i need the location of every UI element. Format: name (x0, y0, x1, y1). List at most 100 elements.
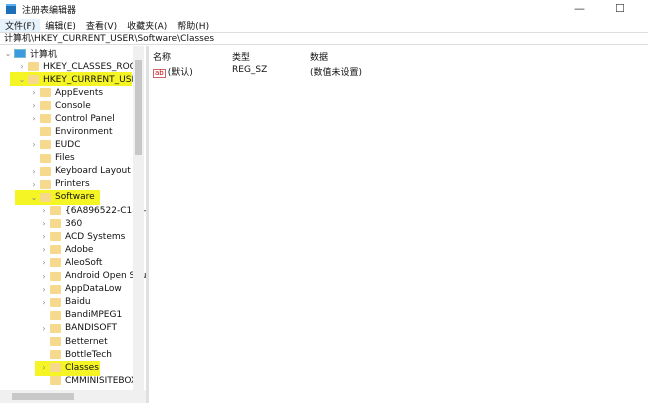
expand-arrow-icon[interactable]: › (18, 62, 26, 71)
folder-icon (40, 127, 51, 137)
tree-item[interactable]: › {6A896522-C181-4 (40, 204, 146, 217)
folder-icon (40, 179, 51, 189)
expand-arrow-icon[interactable]: › (40, 285, 48, 294)
column-header-type[interactable]: 类型 (232, 50, 250, 63)
expand-arrow-icon[interactable]: › (40, 298, 48, 307)
expand-arrow-icon[interactable]: › (40, 272, 48, 281)
tree-item-label: Adobe (65, 244, 94, 255)
folder-icon (50, 376, 61, 386)
window-title: 注册表编辑器 (22, 5, 77, 16)
tree-item[interactable]: › AleoSoft (40, 256, 102, 269)
tree-item[interactable]: › Baidu (40, 296, 91, 309)
tree-item-hkcr[interactable]: › HKEY_CLASSES_ROOT (18, 60, 142, 73)
tree-item[interactable]: Environment (30, 125, 112, 138)
regedit-app-icon (6, 4, 16, 14)
tree-item-label: 360 (65, 218, 83, 229)
folder-icon (50, 271, 61, 281)
tree-item[interactable]: › BANDISOFT (40, 322, 117, 335)
tree-item-label: AleoSoft (65, 257, 103, 268)
folder-icon (50, 245, 61, 255)
expand-arrow-icon[interactable]: ⌄ (18, 75, 26, 84)
expand-arrow-icon[interactable]: › (30, 114, 38, 123)
expand-arrow-icon[interactable]: › (40, 232, 48, 241)
registry-tree: ⌄ 计算机 › HKEY_CLASSES_ROOT ⌄ HKEY_CURRENT_US… (0, 46, 146, 403)
tree-item-label: Baidu (65, 297, 91, 308)
tree-item-hkcu[interactable]: ⌄ HKEY_CURRENT_USER (18, 73, 144, 86)
tree-item[interactable]: › Classes (40, 361, 99, 374)
computer-icon (14, 49, 26, 58)
expand-arrow-icon[interactable]: › (40, 206, 48, 215)
folder-icon (50, 310, 61, 320)
tree-horizontal-scroll-thumb[interactable] (12, 393, 74, 400)
address-bar[interactable]: 计算机\HKEY_CURRENT_USER\Software\Classes (0, 32, 648, 45)
tree-item-label: Betternet (65, 336, 108, 347)
tree-item[interactable]: › Printers (30, 178, 89, 191)
tree-item[interactable]: BottleTech (40, 348, 112, 361)
expand-arrow-icon[interactable]: › (30, 101, 38, 110)
expand-arrow-icon[interactable]: › (30, 88, 38, 97)
tree-item[interactable]: › 360 (40, 217, 82, 230)
tree-item[interactable]: › Android Open Sou (40, 270, 146, 283)
menu-view[interactable]: 查看(V) (81, 19, 122, 32)
tree-item-label: EUDC (55, 139, 81, 150)
tree-item-computer[interactable]: ⌄ 计算机 (4, 47, 57, 60)
folder-icon (50, 363, 61, 373)
tree-item[interactable]: Betternet (40, 335, 108, 348)
folder-icon (40, 114, 51, 124)
expand-arrow-icon[interactable]: › (40, 363, 48, 372)
tree-vertical-scroll-thumb[interactable] (135, 60, 142, 155)
tree-item-label: Environment (55, 126, 113, 137)
tree-item-label: Keyboard Layout (55, 166, 131, 177)
tree-item[interactable]: › Adobe (40, 243, 93, 256)
expand-arrow-icon[interactable]: › (30, 167, 38, 176)
maximize-button[interactable]: ☐ (615, 2, 625, 15)
tree-item-label: Software (55, 192, 95, 203)
folder-icon (40, 166, 51, 176)
tree-item-label: AppDataLow (65, 284, 122, 295)
folder-icon (50, 337, 61, 346)
tree-item[interactable]: BandiMPEG1 (40, 309, 122, 322)
minimize-button[interactable]: — (574, 2, 585, 15)
tree-item[interactable]: CMMINISITEBOX (40, 374, 137, 387)
tree-item-label: Files (55, 153, 75, 163)
column-header-name[interactable]: 名称 (153, 50, 171, 63)
tree-item-label: Console (55, 100, 91, 111)
tree-item-label: AppEvents (55, 87, 104, 98)
menu-help[interactable]: 帮助(H) (172, 19, 214, 32)
title-bar: 注册表编辑器 — ☐ (0, 0, 648, 18)
expand-arrow-icon[interactable]: › (30, 180, 38, 189)
tree-item[interactable]: › EUDC (30, 138, 81, 151)
expand-arrow-icon[interactable]: › (40, 324, 48, 333)
string-value-icon: ab (153, 69, 166, 78)
tree-item[interactable]: › Console (30, 99, 91, 112)
tree-item[interactable]: › AppDataLow (40, 283, 122, 296)
folder-icon (50, 206, 61, 215)
menu-file[interactable]: 文件(F) (0, 18, 41, 32)
column-header-data[interactable]: 数据 (310, 50, 328, 63)
folder-icon (40, 153, 51, 163)
expand-arrow-icon[interactable]: › (40, 219, 48, 228)
tree-item[interactable]: Files (30, 152, 75, 165)
tree-item[interactable]: › ACD Systems (40, 230, 125, 243)
folder-icon (28, 62, 39, 71)
tree-item[interactable]: › AppEvents (30, 86, 103, 99)
folder-icon (28, 75, 39, 84)
expand-arrow-icon[interactable]: › (40, 258, 48, 267)
tree-item-label: CMMINISITEBOX (65, 375, 138, 386)
tree-item[interactable]: ⌄ Software (30, 191, 95, 204)
tree-item[interactable]: › Keyboard Layout (30, 165, 131, 178)
folder-icon (50, 219, 61, 229)
expand-arrow-icon[interactable]: › (40, 245, 48, 254)
tree-item[interactable]: › Control Panel (30, 112, 114, 125)
tree-item-label: Classes (65, 362, 99, 373)
menu-favorites[interactable]: 收藏夹(A) (122, 19, 172, 32)
expand-arrow-icon[interactable]: ⌄ (30, 193, 38, 202)
expand-arrow-icon[interactable]: ⌄ (4, 49, 12, 58)
pane-splitter[interactable] (146, 46, 149, 403)
tree-item-label: ACD Systems (65, 231, 126, 242)
value-row[interactable]: ab (默认) REG_SZ (数值未设置) (153, 65, 453, 78)
menu-edit[interactable]: 编辑(E) (40, 19, 81, 32)
expand-arrow-icon[interactable]: › (30, 140, 38, 149)
folder-icon (50, 350, 61, 360)
folder-icon (50, 232, 61, 242)
